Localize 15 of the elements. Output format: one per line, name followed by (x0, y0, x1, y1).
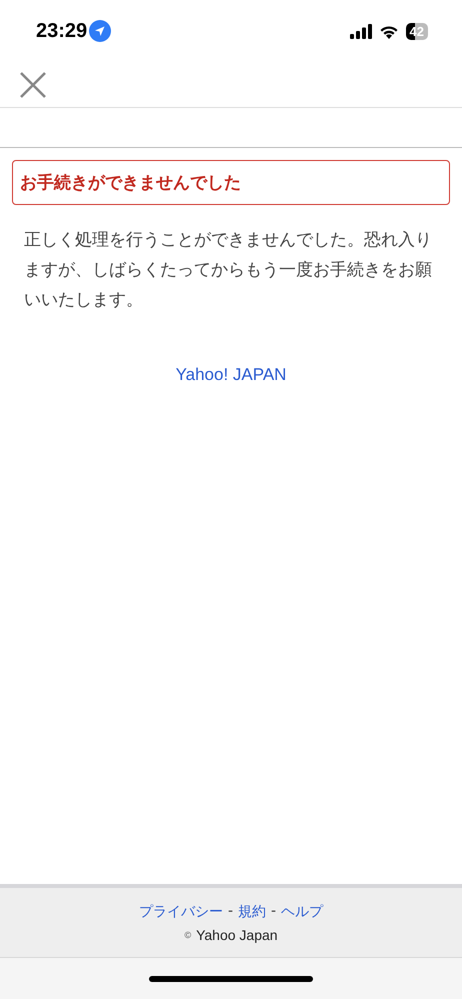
error-message: 正しく処理を行うことができませんでした。恐れ入りますが、しばらくたってからもう一度お手続きをお願いいたします。 (24, 229, 433, 312)
close-button[interactable] (20, 72, 46, 98)
status-time: 23:29 (36, 20, 88, 42)
copyright-text: Yahoo Japan (196, 926, 278, 942)
error-title: お手続きができませんでした (12, 160, 450, 205)
footer-link[interactable]: プライバシー (138, 902, 223, 920)
home-link[interactable]: Yahoo! JAPAN (176, 365, 286, 384)
footer-link[interactable]: 規約 (238, 902, 266, 920)
signal-icon (350, 24, 372, 38)
copyright-mark: © (184, 930, 192, 940)
footer-link[interactable]: ヘルプ (281, 902, 324, 920)
wifi-icon (378, 24, 399, 38)
link-separator: - (228, 902, 233, 920)
close-icon (20, 72, 46, 98)
link-separator: - (271, 902, 276, 920)
